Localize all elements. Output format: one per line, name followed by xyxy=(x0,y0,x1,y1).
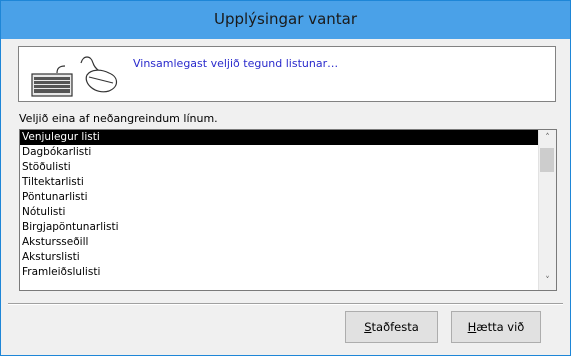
cancel-button[interactable]: Hætta við xyxy=(451,311,541,343)
list-item[interactable]: Pöntunarlisti xyxy=(20,190,538,205)
dialog-window: Upplýsingar vantar Vinsamlegast veljið t… xyxy=(0,0,571,356)
keyboard-icon xyxy=(31,65,73,97)
list-item[interactable]: Birgjapöntunarlisti xyxy=(20,220,538,235)
list-item[interactable]: Tiltektarlisti xyxy=(20,175,538,190)
message-text: Vinsamlegast veljið tegund listunar… xyxy=(133,57,339,70)
list-item[interactable]: Venjulegur listi xyxy=(20,130,538,145)
cancel-label: ætta við xyxy=(476,320,525,334)
divider xyxy=(8,303,563,305)
message-panel: Vinsamlegast veljið tegund listunar… xyxy=(18,46,556,102)
confirm-button[interactable]: Staðfesta xyxy=(345,311,438,343)
list-item[interactable]: Dagbókarlisti xyxy=(20,145,538,160)
scroll-up-icon[interactable]: ˄ xyxy=(539,130,556,147)
window-title: Upplýsingar vantar xyxy=(213,10,358,28)
list-item[interactable]: Akstursseðill xyxy=(20,235,538,250)
title-bar[interactable]: Upplýsingar vantar xyxy=(1,1,570,39)
prompt-label: Veljið eina af neðangreindum línum. xyxy=(19,112,218,125)
confirm-label: taðfesta xyxy=(371,320,419,334)
list-item[interactable]: Nótulisti xyxy=(20,205,538,220)
dialog-body: Vinsamlegast veljið tegund listunar… Vel… xyxy=(8,39,563,348)
list-type-listbox[interactable]: Venjulegur listi Dagbókarlisti Stöðulisti T… xyxy=(19,129,557,291)
mouse-icon xyxy=(80,56,118,93)
list-item[interactable]: Stöðulisti xyxy=(20,160,538,175)
scroll-thumb[interactable] xyxy=(540,148,554,172)
list-items: Venjulegur listi Dagbókarlisti Stöðulisti T… xyxy=(20,130,538,280)
cancel-accelerator: H xyxy=(467,320,477,334)
vertical-scrollbar[interactable]: ˄ ˅ xyxy=(538,130,556,290)
scroll-down-icon[interactable]: ˅ xyxy=(539,273,556,290)
confirm-accelerator: S xyxy=(364,320,372,334)
list-item[interactable]: Framleiðslulisti xyxy=(20,265,538,280)
list-item[interactable]: Aksturslisti xyxy=(20,250,538,265)
